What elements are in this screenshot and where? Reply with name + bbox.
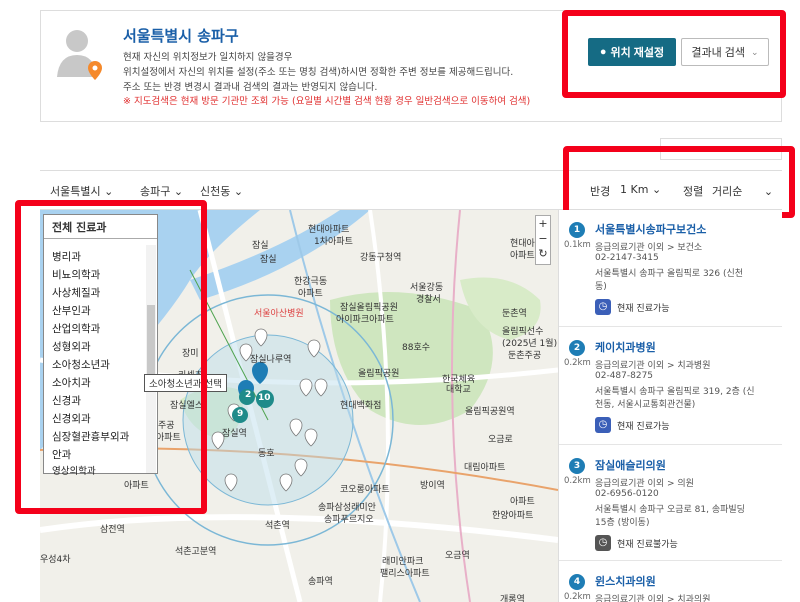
result-distance: 0.2km: [564, 476, 591, 486]
location-desc-2: 위치설정에서 자신의 위치를 설정(주소 또는 명칭 검색)하시면 정확한 주변…: [123, 67, 514, 78]
result-distance: 0.2km: [564, 592, 591, 602]
map-label: 오금로: [488, 435, 513, 445]
clock-icon: ◷: [595, 417, 611, 433]
result-name[interactable]: 서울특별시송파구보건소: [595, 221, 706, 237]
divider: [559, 444, 782, 445]
result-address: 서울특별시 송파구 올림픽로 319, 2층 (신: [595, 387, 755, 397]
result-type: 응급의료기관 이외 > 치과의원: [595, 595, 711, 602]
city-select[interactable]: 서울특별시 ⌄: [50, 183, 113, 199]
map-label: 둔촌주공: [508, 351, 542, 361]
result-number: 1: [569, 222, 585, 238]
map-label: 오금역: [445, 551, 470, 561]
result-type: 응급의료기관 이외 > 의원: [595, 479, 694, 489]
chevron-down-icon: ⌄: [104, 185, 114, 198]
map-label: 아파트: [510, 251, 535, 261]
result-status: ◷ 현재 진료가능: [595, 298, 670, 316]
map-label: 강동구청역: [360, 253, 402, 263]
result-status: ◷ 현재 진료불가능: [595, 534, 678, 552]
divider: [559, 326, 782, 327]
result-address: 동): [595, 282, 607, 292]
map-label: 송파역: [308, 577, 333, 587]
result-phone: 02-2147-3415: [595, 253, 659, 263]
highlight-box-location-buttons: [562, 10, 786, 98]
result-name[interactable]: 잠실애슬리의원: [595, 457, 666, 473]
map-label: 한양아파트: [492, 511, 534, 521]
dong-select-value: 신천동: [200, 185, 231, 198]
result-address: 서울특별시 송파구 오금로 81, 송파빌딩: [595, 505, 745, 515]
result-address: 15층 (방이동): [595, 518, 650, 528]
chevron-down-icon: ⌄: [233, 185, 244, 198]
result-type: 응급의료기관 이외 > 보건소: [595, 243, 703, 253]
refresh-icon[interactable]: ↻: [536, 246, 550, 261]
result-type: 응급의료기관 이외 > 치과병원: [595, 361, 711, 371]
map-label: 송파푸르지오: [324, 515, 374, 525]
location-desc-3: 주소 또는 반경 변경시 결과내 검색의 결과는 반영되지 않습니다.: [123, 82, 378, 93]
map-label: 코오롱아파트: [340, 485, 390, 495]
result-phone: 02-6956-0120: [595, 489, 659, 499]
map-label: 서울아산병원: [254, 309, 304, 319]
result-status-text: 현재 진료가능: [617, 303, 670, 314]
map-label: 아파트: [510, 497, 535, 507]
result-number: 2: [569, 340, 585, 356]
map-label: 아이파크아파트: [336, 315, 394, 325]
highlight-box-department: [15, 200, 207, 514]
map-label: 경찰서: [416, 295, 441, 305]
result-name[interactable]: 케이치과병원: [595, 339, 656, 355]
map-label: 삼전역: [100, 525, 125, 535]
map-label: 올림픽공원역: [465, 407, 515, 417]
map-label: 개롱역: [500, 595, 525, 602]
cluster-marker[interactable]: 9: [237, 409, 243, 419]
result-status-text: 현재 진료불가능: [617, 539, 678, 550]
map-label: 잠실: [260, 255, 277, 265]
cluster-marker[interactable]: 10: [258, 393, 271, 403]
zoom-out-button[interactable]: −: [536, 231, 550, 246]
location-warning: ※ 지도검색은 현재 방문 기관만 조회 가능 (요일별 시간별 검색 현황 경…: [123, 96, 531, 107]
district-select-value: 송파구: [140, 185, 171, 198]
clock-icon: ◷: [595, 299, 611, 315]
location-desc-1: 현재 자신의 위치정보가 일치하지 않을경우: [123, 52, 293, 63]
chevron-down-icon: ⌄: [173, 185, 184, 198]
map-label: 현대백화점: [340, 401, 382, 411]
map-label: 동호: [258, 449, 275, 459]
map-label: 석촌역: [265, 521, 290, 531]
result-phone: 02-487-8275: [595, 371, 654, 381]
result-status-text: 현재 진료가능: [617, 421, 670, 432]
map-label: 팰리스아파트: [380, 569, 430, 579]
dong-select[interactable]: 신천동 ⌄: [200, 183, 243, 199]
result-number: 4: [569, 574, 585, 590]
map-label: 석촌고분역: [175, 547, 217, 557]
map-label: 1차아파트: [314, 237, 353, 247]
divider: [559, 560, 782, 561]
map-label: 아파트: [298, 289, 323, 299]
results-list: 1 서울특별시송파구보건소 0.1km 응급의료기관 이외 > 보건소 02-2…: [558, 210, 782, 602]
zoom-in-button[interactable]: +: [536, 216, 550, 231]
map-label: 잠실: [252, 241, 269, 251]
map-label: 방이역: [420, 481, 445, 491]
map-label: 우성4차: [40, 555, 71, 565]
map-label: 잠실나루역: [250, 355, 292, 365]
map-label: 88호수: [402, 343, 431, 353]
map-label: 대림아파트: [464, 463, 506, 473]
clock-icon: ◷: [595, 535, 611, 551]
result-address: 천동, 서울시교통회관건물): [595, 400, 696, 410]
map-label: 둔촌역: [502, 309, 527, 319]
result-number: 3: [569, 458, 585, 474]
result-status: ◷ 현재 진료가능: [595, 416, 670, 434]
map-label: 잠실역: [222, 429, 247, 439]
highlight-box-radius-sort: [563, 146, 795, 218]
location-city: 서울특별시 송파구: [123, 27, 239, 45]
map-label: 대학교: [446, 385, 471, 395]
city-select-value: 서울특별시: [50, 185, 101, 198]
district-select[interactable]: 송파구 ⌄: [140, 183, 183, 199]
cluster-marker[interactable]: 2: [245, 390, 251, 400]
user-avatar-icon: [57, 30, 102, 80]
result-distance: 0.1km: [564, 240, 591, 250]
result-name[interactable]: 윈스치과의원: [595, 573, 656, 589]
result-address: 서울특별시 송파구 올림픽로 326 (신천: [595, 269, 744, 279]
zoom-control: + − ↻: [535, 215, 551, 265]
result-distance: 0.2km: [564, 358, 591, 368]
map-label: 올림픽공원: [358, 369, 400, 379]
